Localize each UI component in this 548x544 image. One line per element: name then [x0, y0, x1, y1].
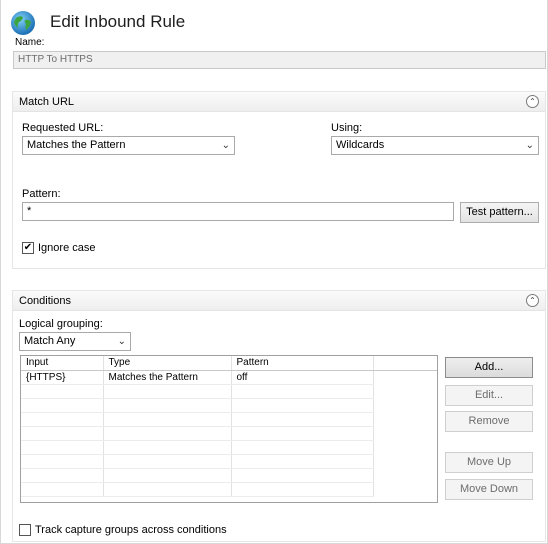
using-value: Wildcards [336, 139, 385, 151]
requested-url-label: Requested URL: [22, 122, 104, 134]
requested-url-select[interactable]: Matches the Pattern ⌄ [22, 136, 235, 155]
cell-type: Matches the Pattern [103, 370, 232, 385]
header-filler [373, 356, 437, 371]
column-header-input[interactable]: Input [21, 356, 104, 371]
empty-row [21, 454, 374, 469]
name-field[interactable]: HTTP To HTTPS [13, 51, 546, 69]
pattern-label: Pattern: [22, 188, 61, 200]
ignore-case-checkbox[interactable]: ✔ [22, 242, 34, 254]
using-label: Using: [331, 122, 363, 134]
logical-grouping-label: Logical grouping: [19, 318, 103, 330]
name-label: Name: [15, 37, 45, 48]
conditions-title: Conditions [19, 295, 71, 307]
match-url-group: Match URL ⌃ Requested URL: Matches the P… [12, 91, 546, 269]
empty-row [21, 412, 374, 427]
page-title: Edit Inbound Rule [50, 12, 186, 31]
column-header-pattern[interactable]: Pattern [231, 356, 374, 371]
match-url-header[interactable]: Match URL ⌃ [13, 92, 545, 112]
requested-url-value: Matches the Pattern [27, 139, 126, 151]
cell-pattern: off [231, 370, 374, 385]
table-row[interactable]: {HTTPS} Matches the Pattern off [21, 370, 374, 385]
table-header-row: Input Type Pattern [21, 356, 374, 371]
add-button[interactable]: Add... [445, 357, 533, 378]
empty-row [21, 482, 374, 497]
empty-row [21, 384, 374, 399]
chevron-down-icon: ⌄ [117, 336, 126, 347]
empty-row [21, 426, 374, 441]
column-header-type[interactable]: Type [103, 356, 232, 371]
conditions-table: Input Type Pattern {HTTPS} Matches the P… [20, 355, 438, 503]
chevron-up-icon[interactable]: ⌃ [526, 294, 539, 307]
cell-input: {HTTPS} [21, 370, 104, 385]
match-url-title: Match URL [19, 96, 75, 108]
chevron-down-icon: ⌄ [525, 140, 534, 151]
chevron-down-icon: ⌄ [221, 140, 230, 151]
using-select[interactable]: Wildcards ⌄ [331, 136, 539, 155]
move-down-button[interactable]: Move Down [445, 479, 533, 500]
logical-grouping-value: Match Any [24, 335, 76, 347]
empty-row [21, 468, 374, 483]
track-capture-label: Track capture groups across conditions [35, 524, 227, 536]
remove-button[interactable]: Remove [445, 411, 533, 432]
empty-row [21, 440, 374, 455]
chevron-up-icon[interactable]: ⌃ [526, 95, 539, 108]
track-capture-checkbox[interactable] [19, 524, 31, 536]
globe-icon [11, 11, 35, 35]
edit-button[interactable]: Edit... [445, 385, 533, 406]
logical-grouping-select[interactable]: Match Any ⌄ [19, 332, 131, 351]
test-pattern-button[interactable]: Test pattern... [460, 202, 539, 223]
conditions-header[interactable]: Conditions ⌃ [13, 291, 545, 311]
pattern-input[interactable]: * [22, 202, 454, 221]
empty-row [21, 398, 374, 413]
conditions-group: Conditions ⌃ Logical grouping: Match Any… [12, 290, 546, 542]
ignore-case-label: Ignore case [38, 242, 96, 254]
move-up-button[interactable]: Move Up [445, 452, 533, 473]
